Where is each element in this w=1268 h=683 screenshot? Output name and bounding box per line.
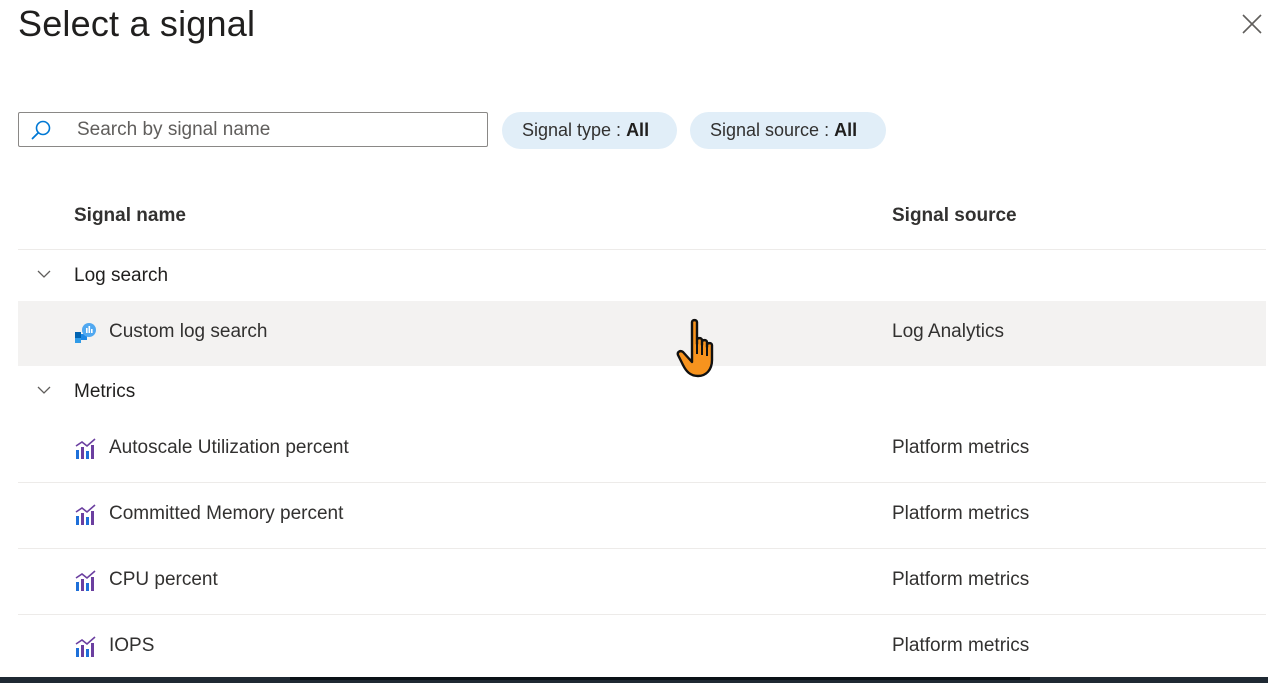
search-icon (29, 118, 53, 142)
metrics-icon (74, 503, 98, 527)
chevron-down-icon[interactable] (36, 266, 52, 282)
group-label: Log search (74, 265, 169, 286)
close-icon[interactable] (1240, 12, 1264, 36)
signal-source: Platform metrics (892, 569, 1030, 590)
table-row[interactable]: Autoscale Utilization percent Platform m… (18, 417, 1266, 483)
search-box[interactable] (18, 112, 488, 147)
table-row[interactable]: CPU percent Platform metrics (18, 549, 1266, 615)
signal-source-label: Signal source : (710, 120, 835, 140)
signal-name: Autoscale Utilization percent (109, 437, 349, 458)
signal-name: IOPS (109, 635, 155, 656)
search-input[interactable] (75, 117, 459, 142)
metrics-icon (74, 635, 98, 659)
column-header-signal-name[interactable]: Signal name (74, 205, 186, 227)
signal-type-value: All (626, 120, 650, 140)
log-analytics-icon (74, 321, 98, 345)
signal-source-value: All (834, 120, 858, 140)
bottom-edge-segment (290, 677, 1030, 680)
table-row[interactable]: Custom log search Log Analytics (18, 301, 1266, 366)
signal-source-filter[interactable]: Signal source : All (690, 112, 886, 149)
group-label: Metrics (74, 381, 136, 402)
close-button[interactable] (1240, 12, 1264, 36)
select-signal-panel: Select a signal Signal type : All Signal… (0, 0, 1268, 683)
metrics-icon (74, 569, 98, 593)
signal-type-filter[interactable]: Signal type : All (502, 112, 677, 149)
signal-type-label: Signal type : (522, 120, 627, 140)
group-log-search[interactable]: Log search (18, 250, 1266, 301)
metrics-icon (74, 437, 98, 461)
signals-table: Signal name Signal source Log search Cus… (18, 185, 1266, 680)
signal-name: CPU percent (109, 569, 218, 590)
column-header-signal-source[interactable]: Signal source (892, 205, 1017, 227)
page-title: Select a signal (18, 3, 256, 44)
table-row[interactable]: Committed Memory percent Platform metric… (18, 483, 1266, 549)
signal-source: Platform metrics (892, 635, 1030, 656)
signal-source: Platform metrics (892, 437, 1030, 458)
chevron-down-icon[interactable] (36, 382, 52, 398)
group-metrics[interactable]: Metrics (18, 366, 1266, 417)
signal-name: Committed Memory percent (109, 503, 344, 524)
bottom-edge-bar (0, 677, 1268, 683)
table-header: Signal name Signal source (18, 185, 1266, 250)
signal-source: Platform metrics (892, 503, 1030, 524)
table-row[interactable]: IOPS Platform metrics (18, 615, 1266, 680)
signal-source: Log Analytics (892, 321, 1004, 342)
signal-name: Custom log search (109, 321, 268, 342)
